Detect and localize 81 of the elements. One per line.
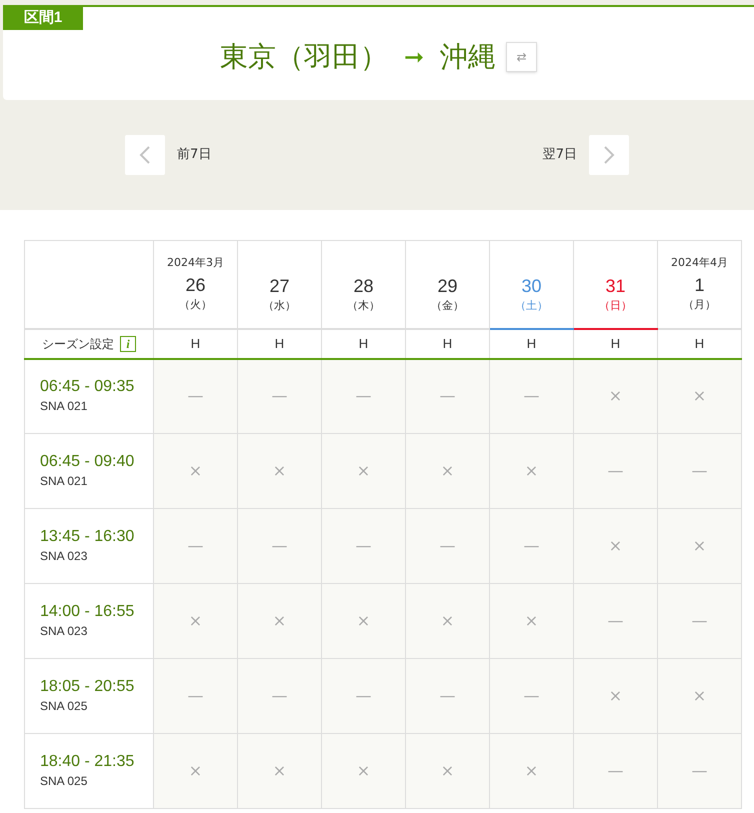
- next-button[interactable]: [589, 135, 629, 175]
- availability-cell: ×: [322, 584, 406, 658]
- availability-cell: ×: [406, 434, 490, 508]
- availability-cell: —: [406, 508, 490, 584]
- weekday-label: （木）: [347, 298, 380, 314]
- origin-city: 東京（羽田）: [220, 39, 388, 75]
- availability-cell: —: [490, 508, 574, 584]
- day-number: 28: [353, 274, 374, 298]
- month-label: 2024年4月: [671, 254, 728, 271]
- availability-cell: ×: [154, 584, 238, 658]
- availability-cell: ×: [574, 358, 658, 434]
- weekday-label: （月）: [683, 297, 716, 314]
- availability-cell: ×: [322, 734, 406, 808]
- chevron-right-icon: [603, 145, 615, 165]
- availability-cell: —: [490, 358, 574, 434]
- availability-cell: ×: [406, 734, 490, 808]
- availability-cell: ×: [658, 358, 742, 434]
- availability-cell: —: [406, 658, 490, 734]
- availability-cell: ×: [574, 658, 658, 734]
- season-label: シーズン設定: [42, 336, 114, 352]
- weekday-label: （水）: [263, 298, 296, 314]
- next-link[interactable]: 翌7日: [542, 145, 577, 165]
- flight-time: 18:40 - 21:35: [40, 752, 136, 772]
- previous-link[interactable]: 前7日: [177, 145, 212, 165]
- availability-cell: —: [322, 508, 406, 584]
- flight-time: 06:45 - 09:35: [40, 377, 136, 398]
- month-label: 2024年3月: [167, 254, 224, 271]
- weekday-label: （火）: [179, 297, 212, 314]
- flight-number: SNA 023: [40, 623, 88, 640]
- availability-cell: —: [574, 434, 658, 508]
- availability-cell: ×: [406, 584, 490, 658]
- flight-number: SNA 021: [40, 473, 88, 490]
- flight-number: SNA 025: [40, 698, 88, 715]
- flight-number: SNA 023: [40, 548, 88, 565]
- day-number: 29: [437, 274, 458, 298]
- day-number: 26: [185, 274, 206, 298]
- weekday-label: （日）: [599, 298, 632, 314]
- flight-number: SNA 025: [40, 773, 88, 790]
- availability-cell: ×: [658, 658, 742, 734]
- flight-time: 18:05 - 20:55: [40, 677, 136, 697]
- chevron-left-icon: [139, 145, 151, 165]
- availability-cell: —: [322, 658, 406, 734]
- availability-cell: —: [154, 658, 238, 734]
- availability-cell: —: [658, 584, 742, 658]
- availability-cell: —: [574, 734, 658, 808]
- day-number: 1: [694, 274, 704, 298]
- availability-cell: —: [658, 434, 742, 508]
- availability-cell: —: [490, 658, 574, 734]
- availability-cell: ×: [658, 508, 742, 584]
- segment-label: 区間1: [3, 7, 83, 30]
- availability-cell: ×: [490, 434, 574, 508]
- availability-cell: —: [574, 584, 658, 658]
- availability-cell: ×: [490, 584, 574, 658]
- availability-cell: —: [238, 658, 322, 734]
- availability-cell: —: [154, 508, 238, 584]
- availability-cell: ×: [322, 434, 406, 508]
- day-number: 31: [605, 274, 626, 298]
- availability-cell: ×: [154, 434, 238, 508]
- availability-cell: —: [154, 358, 238, 434]
- flight-time: 06:45 - 09:40: [40, 452, 136, 472]
- availability-cell: —: [238, 508, 322, 584]
- availability-cell: ×: [490, 734, 574, 808]
- availability-cell: —: [238, 358, 322, 434]
- availability-cell: ×: [238, 584, 322, 658]
- day-number: 27: [269, 274, 290, 298]
- flight-time: 14:00 - 16:55: [40, 602, 136, 622]
- availability-cell: ×: [238, 734, 322, 808]
- arrow-icon: ➞: [404, 39, 424, 75]
- weekday-label: （金）: [431, 298, 464, 314]
- day-number: 30: [521, 274, 542, 298]
- destination-city: 沖縄: [440, 39, 496, 75]
- flight-number: SNA 021: [40, 398, 88, 416]
- availability-cell: —: [322, 358, 406, 434]
- availability-cell: ×: [574, 508, 658, 584]
- flight-time: 13:45 - 16:30: [40, 527, 136, 547]
- previous-button[interactable]: [125, 135, 165, 175]
- availability-cell: —: [658, 734, 742, 808]
- availability-cell: ×: [238, 434, 322, 508]
- availability-cell: —: [406, 358, 490, 434]
- availability-cell: ×: [154, 734, 238, 808]
- weekday-label: （土）: [515, 298, 548, 314]
